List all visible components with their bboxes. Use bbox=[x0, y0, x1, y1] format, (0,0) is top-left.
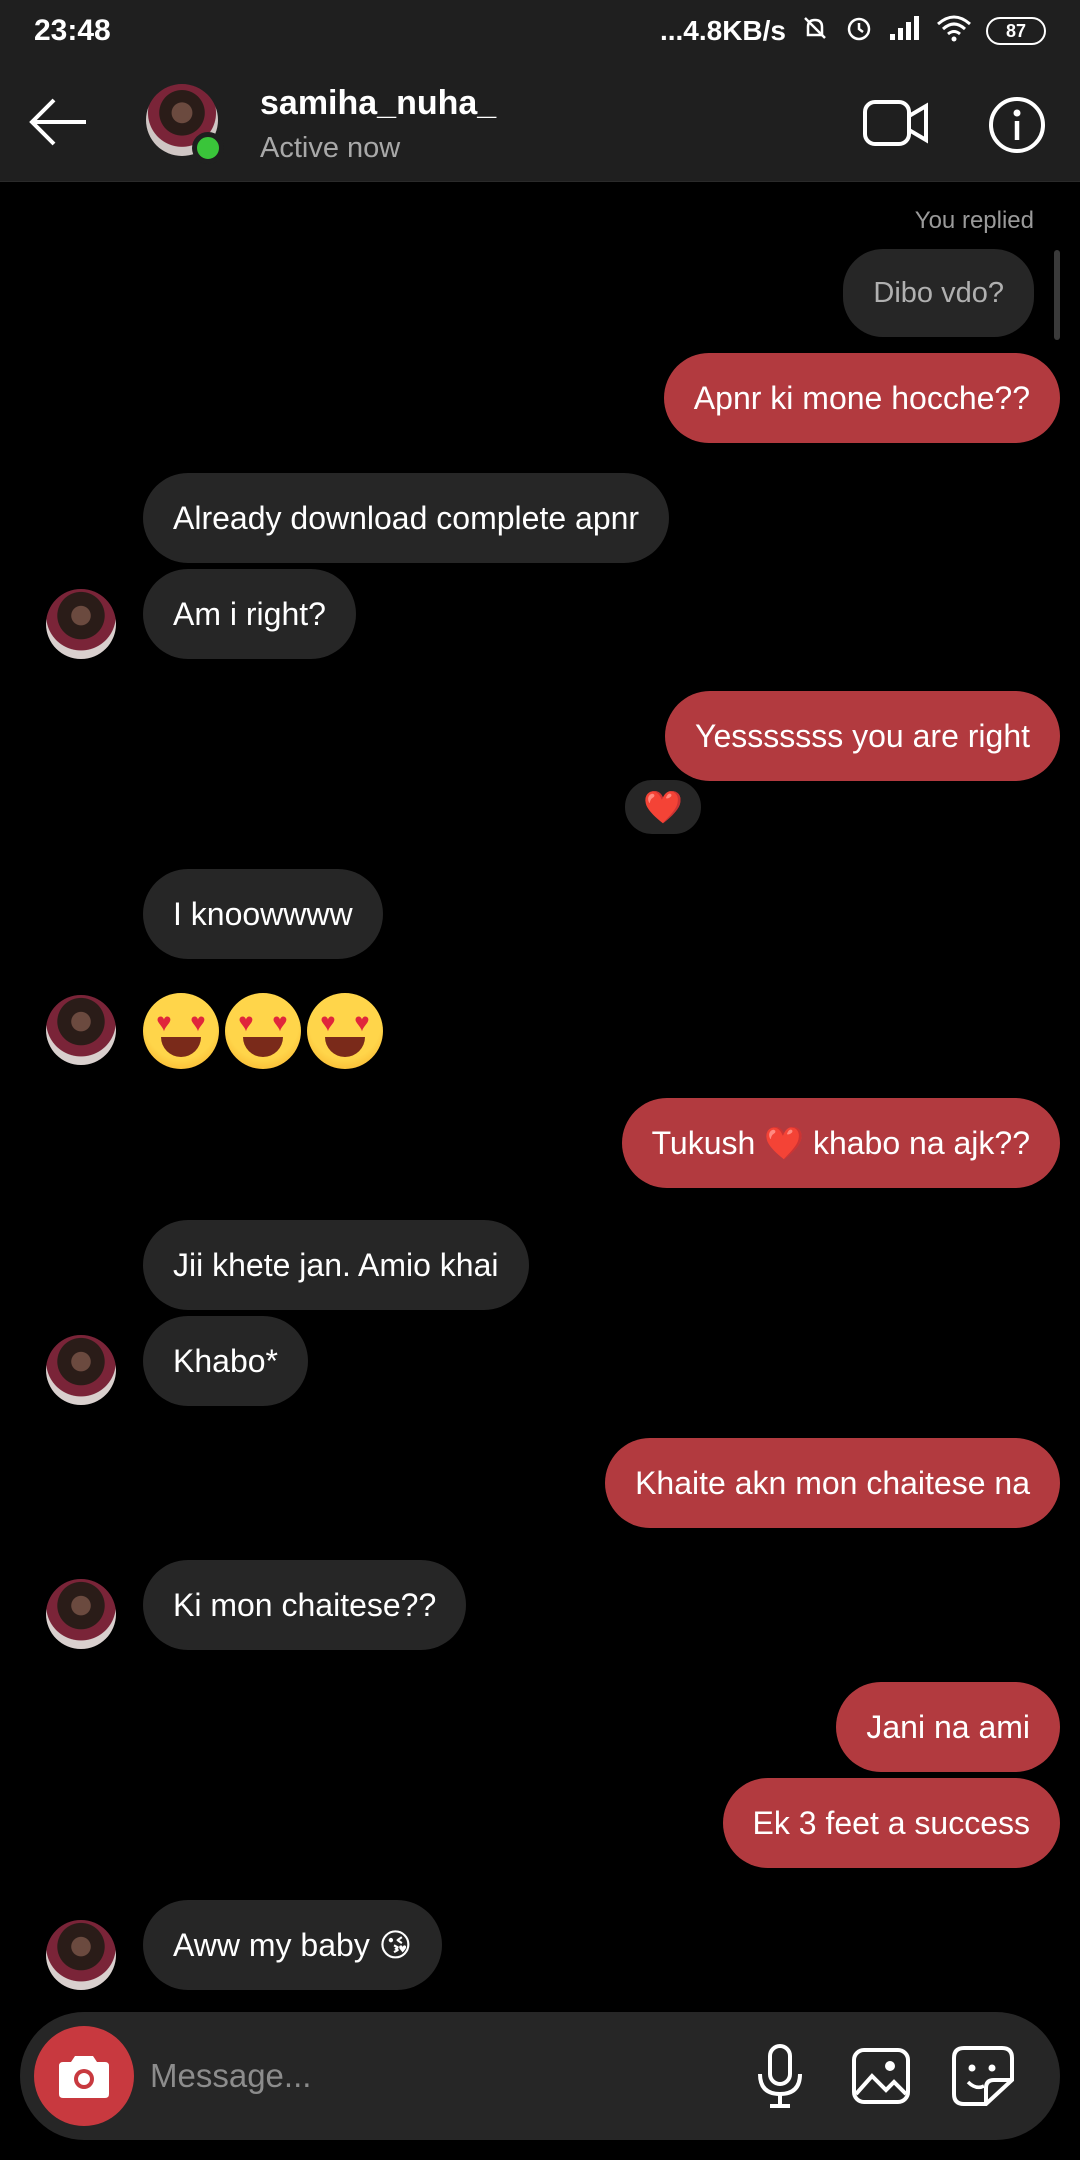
chat-header: samiha_nuha_ Active now bbox=[0, 62, 1080, 182]
scrollbar[interactable] bbox=[1054, 250, 1060, 340]
heart-eyes-emoji-icon: ♥ ♥ bbox=[225, 993, 301, 1069]
contact-status: Active now bbox=[260, 132, 401, 164]
video-call-icon[interactable] bbox=[862, 96, 930, 150]
emoji-message[interactable]: ♥ ♥ ♥ ♥ ♥ ♥ bbox=[143, 993, 383, 1069]
message-input[interactable] bbox=[150, 2046, 730, 2106]
message-bubble-outgoing[interactable]: Yesssssss you are right bbox=[665, 691, 1060, 781]
message-bubble-outgoing[interactable]: Jani na ami bbox=[836, 1682, 1060, 1772]
message-bubble-incoming[interactable]: Jii khete jan. Amio khai bbox=[143, 1220, 529, 1310]
message-bubble-incoming[interactable]: Already download complete apnr bbox=[143, 473, 670, 563]
reply-quote[interactable]: Dibo vdo? bbox=[843, 249, 1034, 337]
status-time: 23:48 bbox=[34, 14, 111, 47]
contact-name[interactable]: samiha_nuha_ bbox=[260, 84, 496, 123]
avatar[interactable] bbox=[46, 1335, 116, 1405]
online-indicator bbox=[192, 132, 224, 164]
avatar[interactable] bbox=[46, 1920, 116, 1990]
message-bubble-incoming[interactable]: I knoowwww bbox=[143, 869, 383, 959]
microphone-icon[interactable] bbox=[750, 2042, 810, 2112]
message-bubble-outgoing[interactable]: Khaite akn mon chaitese na bbox=[605, 1438, 1060, 1528]
alarm-icon bbox=[844, 13, 874, 50]
status-icons: ...4.8KB/s 87 bbox=[660, 13, 1046, 50]
avatar[interactable] bbox=[46, 589, 116, 659]
heart-eyes-emoji-icon: ♥ ♥ bbox=[307, 993, 383, 1069]
camera-icon bbox=[59, 2056, 109, 2098]
replied-label: You replied bbox=[914, 207, 1034, 234]
message-bubble-incoming[interactable]: Ki mon chaitese?? bbox=[143, 1560, 467, 1650]
sticker-icon[interactable] bbox=[950, 2044, 1016, 2108]
message-bubble-incoming[interactable]: Am i right? bbox=[143, 569, 356, 659]
avatar[interactable] bbox=[46, 995, 116, 1065]
network-speed: ...4.8KB/s bbox=[659, 15, 786, 46]
heart-eyes-emoji-icon: ♥ ♥ bbox=[143, 993, 219, 1069]
battery-icon: 87 bbox=[986, 17, 1046, 45]
info-icon[interactable] bbox=[988, 96, 1046, 154]
message-bubble-outgoing[interactable]: Apnr ki mone hocche?? bbox=[663, 353, 1060, 443]
mute-icon bbox=[800, 13, 830, 50]
message-bubble-outgoing[interactable]: Ek 3 feet a success bbox=[722, 1778, 1060, 1868]
avatar[interactable] bbox=[46, 1579, 116, 1649]
camera-button[interactable] bbox=[34, 2026, 134, 2126]
message-thread[interactable]: You replied Dibo vdo? Apnr ki mone hocch… bbox=[0, 183, 1080, 2008]
message-bubble-outgoing[interactable]: Tukush ❤️ khabo na ajk?? bbox=[621, 1098, 1060, 1188]
heart-reaction-icon[interactable]: ❤️ bbox=[622, 777, 704, 837]
gallery-icon[interactable] bbox=[850, 2046, 912, 2106]
message-bubble-incoming[interactable]: Aww my baby 😘 bbox=[143, 1900, 443, 1990]
message-bubble-incoming[interactable]: Khabo* bbox=[143, 1316, 308, 1406]
status-bar: 23:48 ...4.8KB/s 87 bbox=[0, 0, 1080, 62]
wifi-icon bbox=[936, 14, 972, 49]
message-composer bbox=[20, 2012, 1060, 2140]
signal-icon bbox=[888, 14, 922, 49]
back-arrow-icon[interactable] bbox=[26, 92, 90, 152]
